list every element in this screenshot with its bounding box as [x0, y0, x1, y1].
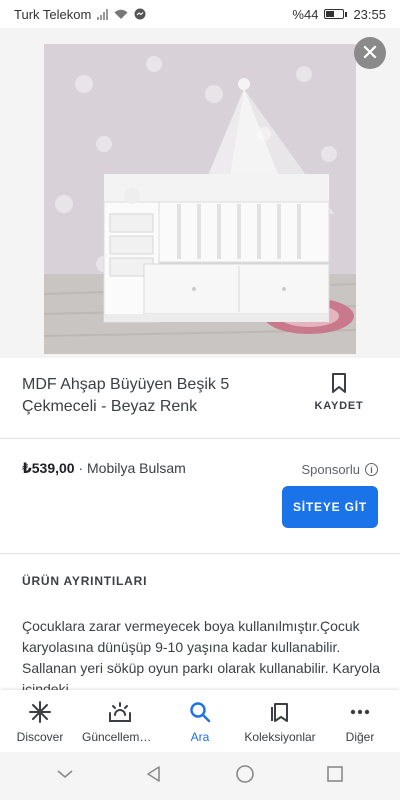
signal-icon — [97, 8, 109, 20]
close-icon: ✕ — [360, 40, 380, 65]
nav-label: Diğer — [345, 730, 375, 744]
nav-updates[interactable]: Güncellemeler — [80, 690, 160, 752]
save-label: KAYDET — [314, 400, 364, 412]
system-navigation-bar — [0, 752, 400, 800]
hide-keyboard-icon[interactable] — [56, 767, 74, 785]
bookmark-icon — [332, 373, 346, 393]
save-button[interactable]: KAYDET — [314, 372, 364, 412]
wifi-icon — [114, 9, 128, 19]
divider — [0, 438, 400, 439]
product-title: MDF Ahşap Büyüyen Beşik 5 Çekmeceli - Be… — [22, 376, 230, 415]
nav-label: Koleksiyonlar — [244, 730, 316, 744]
divider — [0, 553, 400, 554]
nav-search[interactable]: Ara — [160, 690, 240, 752]
product-price: ₺539,00 — [22, 460, 75, 476]
battery-percent: %44 — [292, 6, 319, 22]
product-header: MDF Ahşap Büyüyen Beşik 5 Çekmeceli - Be… — [0, 372, 400, 430]
details-heading: ÜRÜN AYRINTILARI — [22, 574, 148, 588]
clock: 23:55 — [353, 6, 386, 22]
updates-icon — [108, 700, 132, 724]
battery-icon — [324, 9, 345, 19]
close-button[interactable]: ✕ — [354, 37, 386, 69]
visit-site-button[interactable]: SİTEYE GİT — [282, 486, 378, 528]
back-icon[interactable] — [145, 765, 163, 788]
collections-icon — [269, 700, 291, 724]
sponsored-label[interactable]: Sponsorlu i — [301, 462, 378, 477]
details-text: Çocuklara zarar vermeyecek boya kullanıl… — [22, 618, 380, 690]
search-icon — [189, 700, 211, 724]
merchant-name: Mobilya Bulsam — [87, 460, 186, 476]
price-row: ₺539,00 · Mobilya Bulsam — [22, 460, 186, 477]
more-icon — [349, 700, 371, 724]
sponsored-text: Sponsorlu — [301, 462, 360, 477]
info-icon: i — [365, 463, 378, 476]
asterisk-icon — [29, 700, 51, 724]
nav-collections[interactable]: Koleksiyonlar — [240, 690, 320, 752]
carrier-label: Turk Telekom — [14, 6, 92, 22]
messenger-icon — [134, 8, 146, 20]
home-icon[interactable] — [235, 764, 255, 789]
image-viewer: ✕ — [0, 28, 400, 358]
bottom-navigation: Discover Güncellemeler Ara Koleksiyonlar — [0, 690, 400, 752]
nav-label: Ara — [190, 730, 210, 744]
price-separator: · — [74, 460, 88, 476]
status-bar: Turk Telekom %44 23:55 — [0, 0, 400, 28]
nav-discover[interactable]: Discover — [0, 690, 80, 752]
product-image[interactable] — [44, 44, 356, 354]
nav-label: Güncellemeler — [82, 730, 158, 744]
recents-icon[interactable] — [326, 765, 344, 788]
nav-label: Discover — [16, 730, 64, 744]
nav-more[interactable]: Diğer — [320, 690, 400, 752]
